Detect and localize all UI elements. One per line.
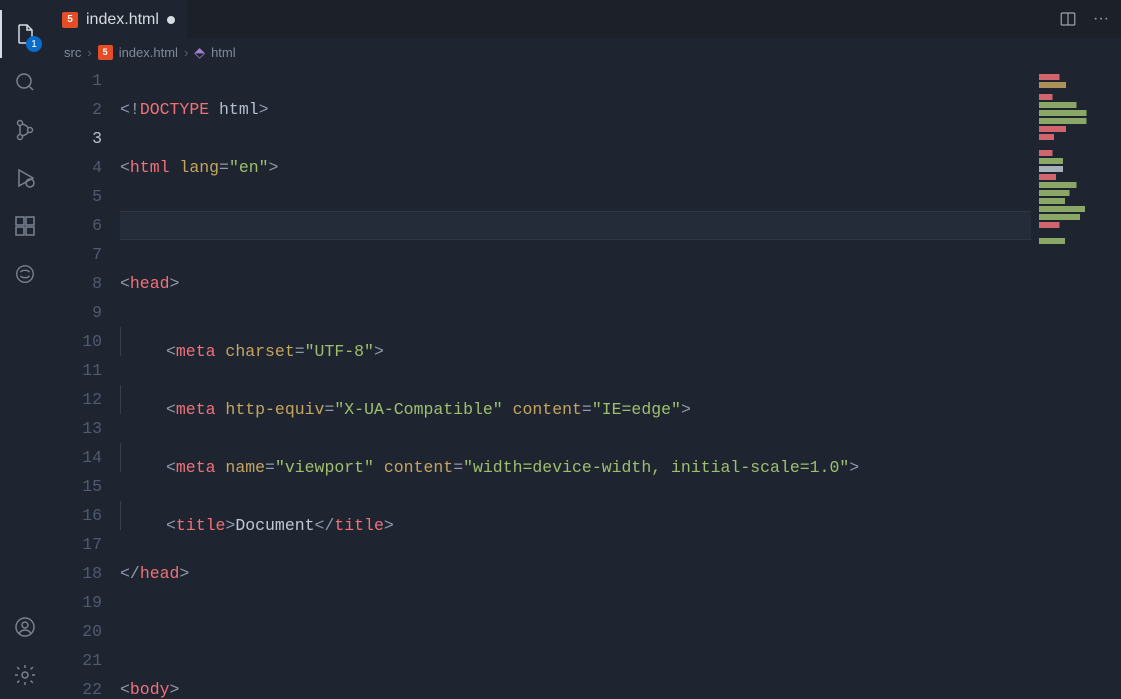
explorer-icon[interactable]: 1 [0, 10, 50, 58]
html5-icon: 5 [98, 45, 113, 60]
breadcrumb-symbol[interactable]: html [211, 45, 236, 60]
minimap[interactable] [1031, 66, 1121, 699]
tab-indexhtml[interactable]: 5 index.html [50, 0, 187, 38]
chevron-right-icon: › [87, 45, 91, 60]
extra-icon[interactable] [0, 250, 50, 298]
split-editor-icon[interactable] [1059, 10, 1077, 28]
breadcrumb-file[interactable]: index.html [119, 45, 178, 60]
search-icon[interactable] [0, 58, 50, 106]
breadcrumb[interactable]: src › 5 index.html › ⬘ html [50, 38, 1121, 66]
tab-bar: 5 index.html ··· [50, 0, 1121, 38]
more-actions-icon[interactable]: ··· [1093, 10, 1109, 28]
line-number-gutter: 12345678910111213141516171819202122 [50, 66, 120, 699]
dirty-indicator-icon [167, 16, 175, 24]
editor-region: 5 index.html ··· src › 5 index.html › ⬘ … [50, 0, 1121, 699]
code-content[interactable]: <!DOCTYPE html> <html lang="en"> <head> … [120, 66, 1121, 699]
accounts-icon[interactable] [0, 603, 50, 651]
html5-icon: 5 [62, 12, 78, 28]
settings-gear-icon[interactable] [0, 651, 50, 699]
run-debug-icon[interactable] [0, 154, 50, 202]
extensions-icon[interactable] [0, 202, 50, 250]
breadcrumb-folder[interactable]: src [64, 45, 81, 60]
activity-bar: 1 [0, 0, 50, 699]
source-control-icon[interactable] [0, 106, 50, 154]
symbol-icon: ⬘ [194, 44, 205, 61]
explorer-badge: 1 [26, 36, 42, 52]
tab-label: index.html [86, 11, 159, 29]
chevron-right-icon: › [184, 45, 188, 60]
text-editor[interactable]: 12345678910111213141516171819202122 <!DO… [50, 66, 1121, 699]
